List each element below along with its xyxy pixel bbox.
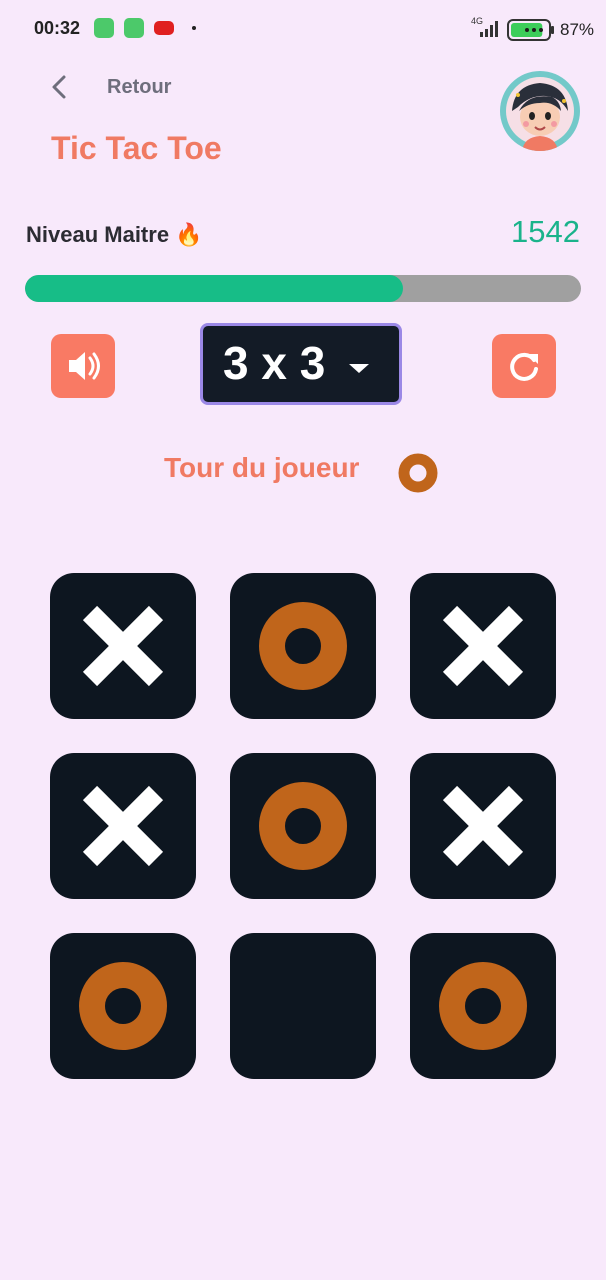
status-time: 00:32 (34, 18, 81, 38)
avatar-face-icon (506, 77, 574, 151)
o-mark-icon (439, 962, 527, 1050)
board-cell[interactable] (410, 933, 556, 1079)
player-o-icon (398, 453, 438, 493)
signal-icon (480, 21, 498, 37)
o-mark-icon (259, 782, 347, 870)
level-label: Niveau Maitre 🔥 (26, 222, 203, 247)
notification-app-icon (124, 18, 144, 38)
x-mark-icon (82, 785, 164, 867)
more-notifications-dot (192, 26, 196, 30)
x-mark-icon (442, 785, 524, 867)
board-cell[interactable] (50, 573, 196, 719)
x-mark-icon (442, 605, 524, 687)
youtube-icon (154, 21, 174, 35)
x-mark-icon (82, 605, 164, 687)
board-cell[interactable] (50, 753, 196, 899)
o-mark-icon (79, 962, 167, 1050)
grid-size-value: 3 x 3 (223, 337, 326, 389)
grid-size-select[interactable]: 3 x 3 (200, 323, 402, 405)
level-progress-bar (25, 275, 581, 302)
battery-percent: 87% (560, 20, 595, 39)
board-cell[interactable] (410, 753, 556, 899)
refresh-icon (510, 352, 538, 381)
board-cell[interactable] (230, 933, 376, 1079)
level-progress-fill (25, 275, 404, 302)
back-button-label[interactable]: Retour (107, 76, 171, 99)
board-cell[interactable] (410, 573, 556, 719)
avatar[interactable] (500, 71, 580, 151)
back-arrow-icon[interactable] (44, 70, 78, 104)
status-bar: 00:32 4G 87% (0, 0, 606, 60)
notification-app-icon (94, 18, 114, 38)
restart-button[interactable] (492, 334, 556, 398)
o-mark-icon (259, 602, 347, 690)
board-cell[interactable] (230, 753, 376, 899)
board-cell[interactable] (230, 573, 376, 719)
battery-icon (507, 19, 554, 41)
page-title: Tic Tac Toe (51, 130, 222, 166)
game-board (50, 573, 556, 1079)
speaker-icon (69, 352, 100, 380)
chevron-down-icon (349, 364, 369, 373)
board-cell[interactable] (50, 933, 196, 1079)
sound-button[interactable] (51, 334, 115, 398)
score-value: 1542 (511, 214, 580, 249)
turn-label: Tour du joueur (164, 452, 360, 483)
